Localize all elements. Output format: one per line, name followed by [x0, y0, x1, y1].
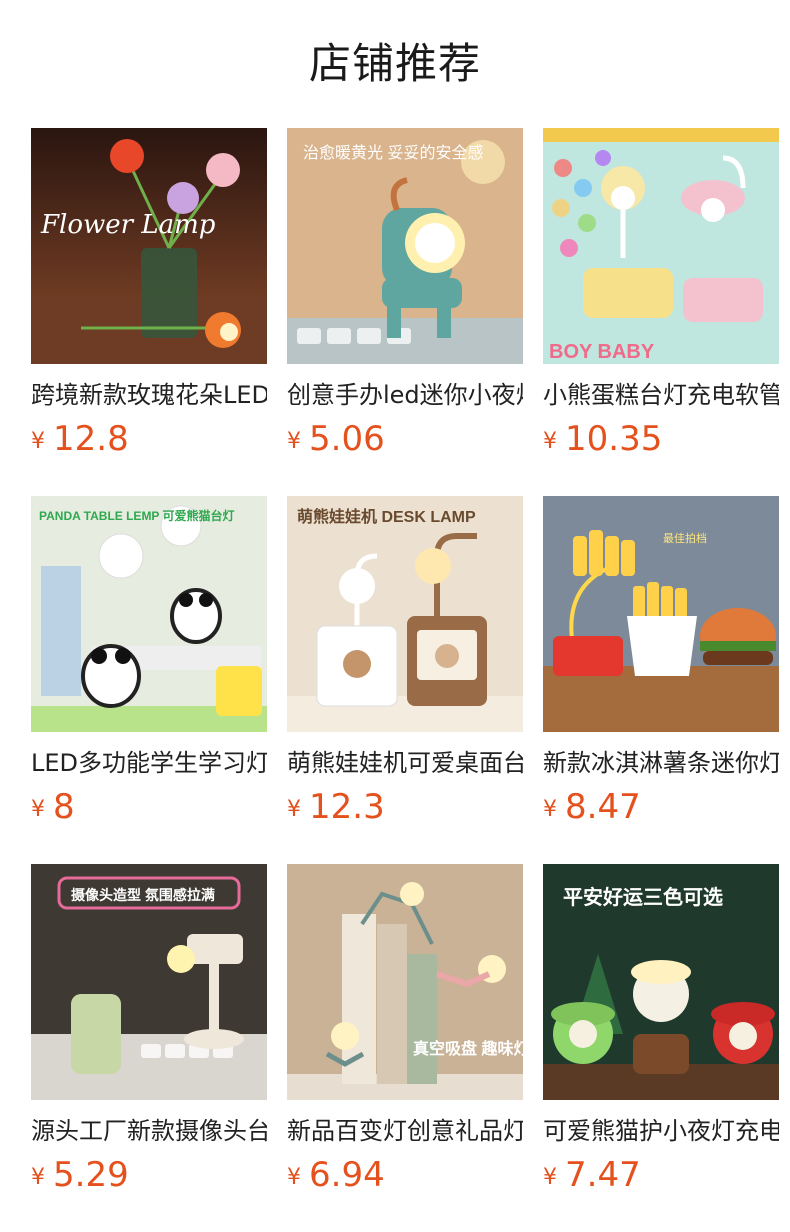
price-value: 12.8	[53, 419, 129, 459]
currency-symbol: ¥	[287, 429, 301, 454]
image-overlay-text: Flower Lamp	[40, 210, 216, 240]
currency-symbol: ¥	[31, 1165, 45, 1190]
product-name[interactable]: 新品百变灯创意礼品灯	[287, 1114, 523, 1148]
image-overlay-text: 真空吸盘 趣味灯泡人	[413, 1039, 523, 1058]
product-image[interactable]: 最佳拍档	[543, 496, 779, 732]
currency-symbol: ¥	[543, 1165, 557, 1190]
product-name[interactable]: 小熊蛋糕台灯充电软管	[543, 378, 779, 412]
currency-symbol: ¥	[543, 429, 557, 454]
price-value: 10.35	[565, 419, 663, 459]
product-name[interactable]: 萌熊娃娃机可爱桌面台灯	[287, 746, 523, 780]
product-card-6[interactable]: 最佳拍档 新款冰淇淋薯条迷你灯 ¥8.47	[543, 496, 779, 836]
currency-symbol: ¥	[31, 797, 45, 822]
product-card-9[interactable]: 平安好运三色可选 可爱熊猫护小夜灯充电 ¥7.47	[543, 864, 779, 1204]
product-card-7[interactable]: 摄像头造型 氛围感拉满 源头工厂新款摄像头台灯 ¥5.29	[31, 864, 267, 1204]
product-price: ¥12.3	[287, 784, 523, 836]
product-name[interactable]: 可爱熊猫护小夜灯充电	[543, 1114, 779, 1148]
product-card-4[interactable]: PANDA TABLE LEMP 可爱熊猫台灯 LED多功能学生学习灯 ¥8	[31, 496, 267, 836]
recommendation-page: 店铺推荐 Flower Lamp 跨境新款玫瑰花朵LED ¥ 12.8 治愈暖黄…	[0, 0, 790, 1232]
product-image[interactable]: 摄像头造型 氛围感拉满	[31, 864, 267, 1100]
product-name[interactable]: 创意手办led迷你小夜灯	[287, 378, 523, 412]
currency-symbol: ¥	[287, 797, 301, 822]
image-overlay-text: 治愈暖黄光 妥妥的安全感	[303, 144, 483, 162]
image-overlay-text: 平安好运三色可选	[563, 885, 723, 909]
price-value: 5.29	[53, 1155, 129, 1195]
product-price: ¥8.47	[543, 784, 779, 836]
product-price: ¥10.35	[543, 416, 779, 468]
product-price: ¥5.06	[287, 416, 523, 468]
currency-symbol: ¥	[287, 1165, 301, 1190]
product-price: ¥12.8	[31, 416, 267, 468]
product-card-8[interactable]: 真空吸盘 趣味灯泡人 新品百变灯创意礼品灯 ¥6.94	[287, 864, 523, 1204]
price-value: 8.47	[565, 787, 641, 827]
image-overlay-text: PANDA TABLE LEMP 可爱熊猫台灯	[39, 508, 235, 523]
product-price: ¥5.29	[31, 1152, 267, 1204]
product-image[interactable]: 真空吸盘 趣味灯泡人	[287, 864, 523, 1100]
product-image[interactable]: Flower Lamp	[31, 128, 267, 364]
product-price: ¥7.47	[543, 1152, 779, 1204]
image-overlay-text: 萌熊娃娃机 DESK LAMP	[297, 507, 476, 526]
product-image[interactable]: 平安好运三色可选	[543, 864, 779, 1100]
price-value: 7.47	[565, 1155, 641, 1195]
product-name[interactable]: 源头工厂新款摄像头台灯	[31, 1114, 267, 1148]
product-price: ¥6.94	[287, 1152, 523, 1204]
product-card-2[interactable]: 治愈暖黄光 妥妥的安全感 创意手办led迷你小夜灯 ¥5.06	[287, 128, 523, 468]
currency-symbol: ¥	[31, 429, 45, 454]
currency-symbol: ¥	[543, 797, 557, 822]
product-price: ¥8	[31, 784, 267, 836]
product-name[interactable]: 新款冰淇淋薯条迷你灯	[543, 746, 779, 780]
price-value: 12.3	[309, 787, 385, 827]
price-value: 5.06	[309, 419, 385, 459]
image-overlay-text: BOY BABY	[549, 341, 655, 363]
product-name[interactable]: 跨境新款玫瑰花朵LED台灯	[31, 378, 267, 412]
product-card-1[interactable]: Flower Lamp 跨境新款玫瑰花朵LED台灯 ¥12.8	[31, 128, 267, 468]
image-overlay-text: 最佳拍档	[663, 531, 707, 545]
section-title: 店铺推荐	[308, 39, 481, 88]
product-image[interactable]: PANDA TABLE LEMP 可爱熊猫台灯	[31, 496, 267, 732]
product-image[interactable]: 萌熊娃娃机 DESK LAMP	[287, 496, 523, 732]
product-card-5[interactable]: 萌熊娃娃机 DESK LAMP 萌熊娃娃机可爱桌面台灯 ¥12.3	[287, 496, 523, 836]
product-card-3[interactable]: BOY BABY 小熊蛋糕台灯充电软管 ¥10.35	[543, 128, 779, 468]
product-image[interactable]: BOY BABY	[543, 128, 779, 364]
price-value: 6.94	[309, 1155, 385, 1195]
price-value: 8	[53, 787, 75, 827]
product-name[interactable]: LED多功能学生学习灯	[31, 746, 267, 780]
product-image[interactable]: 治愈暖黄光 妥妥的安全感	[287, 128, 523, 364]
image-overlay-text: 摄像头造型 氛围感拉满	[71, 887, 215, 903]
